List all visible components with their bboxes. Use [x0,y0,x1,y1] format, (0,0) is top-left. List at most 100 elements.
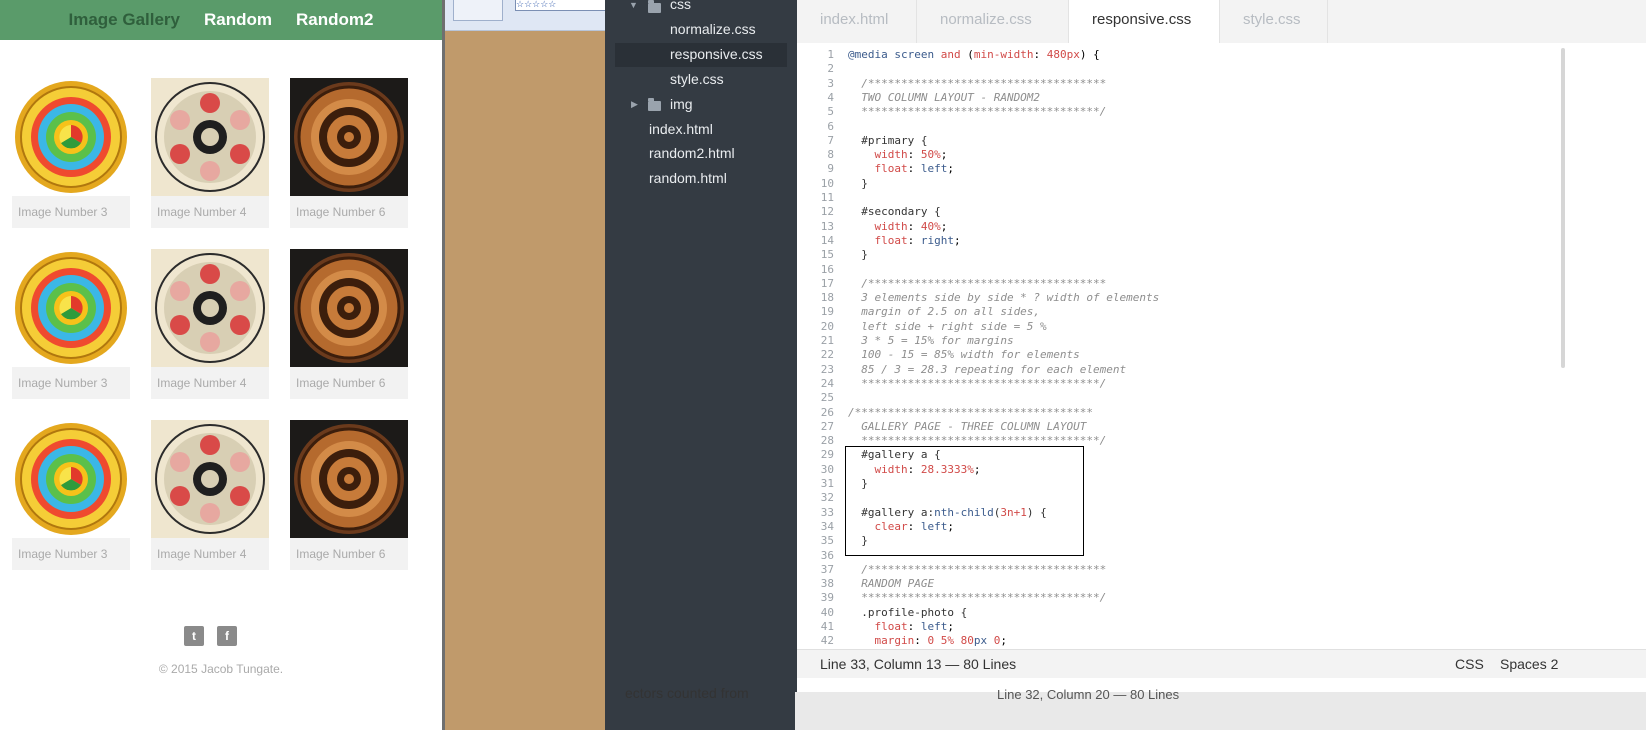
code-line[interactable]: 23 85 / 3 = 28.3 repeating for each elem… [797,363,1557,377]
code-line[interactable]: 8 width: 50%; [797,148,1557,162]
tree-file-responsive[interactable]: responsive.css [670,46,763,62]
code-line[interactable]: 6 [797,120,1557,134]
code-line[interactable]: 18 3 elements side by side * ? width of … [797,291,1557,305]
gallery-item[interactable]: Image Number 6 [290,78,408,228]
tree-file-normalize[interactable]: normalize.css [670,21,756,37]
code-line[interactable]: 42 margin: 0 5% 80px 0; [797,634,1557,648]
tab-style-css[interactable]: style.css [1220,0,1328,43]
line-number: 30 [820,462,834,476]
mandala-wheel-image[interactable] [12,78,130,196]
code-line[interactable]: 5 ************************************/ [797,105,1557,119]
nav-link-random[interactable]: Random [204,10,272,30]
line-number: 41 [820,620,834,633]
tree-file-index[interactable]: index.html [649,121,713,137]
mandala-wheel-image[interactable] [12,420,130,538]
tree-file-random2[interactable]: random2.html [649,145,735,161]
mandala-celtic-image[interactable] [290,420,408,538]
code-line[interactable]: 26 /************************************ [797,406,1557,420]
line-text: .profile-photo { [848,605,968,619]
mandala-roses-image[interactable] [151,78,269,196]
tab-normalize-css[interactable]: normalize.css [917,0,1069,43]
gallery-item[interactable]: Image Number 3 [12,78,130,228]
caption: Image Number 4 [151,367,269,399]
code-line[interactable]: 37 /************************************ [797,563,1557,577]
tab-index-html[interactable]: index.html [797,0,917,43]
nav-link-image-gallery[interactable]: Image Gallery [69,10,181,30]
tree-folder-css[interactable]: css [670,0,691,12]
syntax-selector[interactable]: CSS [1455,656,1484,672]
twitter-icon[interactable]: t [184,626,204,646]
line-text: @media screen and (min-width: 480px) { [848,48,1100,61]
mandala-wheel-image[interactable] [12,249,130,367]
caption: Image Number 4 [151,538,269,570]
line-text: 100 - 15 = 85% width for elements [848,348,1080,362]
mandala-celtic-image[interactable] [290,78,408,196]
site-nav: Image Gallery Random Random2 [0,0,442,40]
line-number: 37 [820,562,834,576]
line-text: } [848,176,868,190]
code-line[interactable]: 16 [797,263,1557,277]
gallery-row: Image Number 3 Image Number 4 Image Numb… [12,249,422,399]
line-text: #primary { [848,133,928,147]
code-line[interactable]: 25 [797,391,1557,405]
chevron-down-icon[interactable]: ▼ [629,0,638,10]
code-line[interactable]: 4 TWO COLUMN LAYOUT - RANDOM2 [797,91,1557,105]
gallery-item[interactable]: Image Number 3 [12,420,130,570]
dropdown-button[interactable] [453,0,503,21]
code-line[interactable]: 11 [797,191,1557,205]
scrollbar-thumb[interactable] [1561,48,1565,368]
gallery-item[interactable]: Image Number 3 [12,249,130,399]
code-line[interactable]: 12 #secondary { [797,205,1557,219]
gallery-item[interactable]: Image Number 4 [151,420,269,570]
code-line[interactable]: 10 } [797,177,1557,191]
line-text: /************************************ [848,276,1107,290]
code-line[interactable]: 17 /************************************ [797,277,1557,291]
mandala-roses-image[interactable] [151,249,269,367]
code-line[interactable]: 41 float: left; [797,620,1557,634]
tree-file-random[interactable]: random.html [649,170,727,186]
code-line[interactable]: 19 margin of 2.5 on all sides, [797,305,1557,319]
code-line[interactable]: 24 ************************************/ [797,377,1557,391]
code-line[interactable]: 15 } [797,248,1557,262]
line-text: RANDOM PAGE [848,577,935,591]
line-text: margin: 0 5% 80px 0; [874,634,1008,648]
code-area[interactable]: 1 @media screen and (min-width: 480px) {2… [797,43,1646,649]
code-line[interactable]: 7 #primary { [797,134,1557,148]
gallery-item[interactable]: Image Number 4 [151,249,269,399]
code-line[interactable]: 1 @media screen and (min-width: 480px) { [797,48,1557,62]
line-text: 3 elements side by side * ? width of ele… [848,291,1160,305]
line-number: 22 [820,348,834,362]
code-line[interactable]: 20 left side + right side = 5 % [797,320,1557,334]
line-number: 5 [827,105,834,119]
gallery-item[interactable]: Image Number 6 [290,249,408,399]
code-line[interactable]: 38 RANDOM PAGE [797,577,1557,591]
mandala-roses-image[interactable] [151,420,269,538]
code-line[interactable]: 9 float: left; [797,162,1557,176]
line-number: 4 [827,90,834,104]
code-line[interactable]: 3 /************************************ [797,77,1557,91]
tree-file-style[interactable]: style.css [670,71,724,87]
background-text: ectors counted from [625,685,749,701]
line-number: 40 [820,605,834,619]
tab-responsive-css[interactable]: responsive.css [1069,0,1220,44]
code-line[interactable]: 39 ************************************/ [797,591,1557,605]
facebook-icon[interactable]: f [217,626,237,646]
line-number: 8 [827,148,834,162]
indent-selector[interactable]: Spaces 2 [1500,656,1558,672]
tree-folder-img[interactable]: img [670,96,693,112]
line-number: 19 [820,305,834,319]
mandala-celtic-image[interactable] [290,249,408,367]
code-line[interactable]: 22 100 - 15 = 85% width for elements [797,348,1557,362]
code-line[interactable]: 2 [797,62,1557,76]
gallery-item[interactable]: Image Number 6 [290,420,408,570]
code-line[interactable]: 14 float: right; [797,234,1557,248]
nav-link-random2[interactable]: Random2 [296,10,373,30]
gallery-item[interactable]: Image Number 4 [151,78,269,228]
chevron-right-icon[interactable]: ▶ [631,99,638,110]
code-line[interactable]: 13 width: 40%; [797,220,1557,234]
line-number: 7 [827,133,834,147]
code-line[interactable]: 21 3 * 5 = 15% for margins [797,334,1557,348]
line-text: ************************************/ [848,105,1107,119]
code-line[interactable]: 27 GALLERY PAGE - THREE COLUMN LAYOUT [797,420,1557,434]
code-line[interactable]: 40 .profile-photo { [797,606,1557,620]
